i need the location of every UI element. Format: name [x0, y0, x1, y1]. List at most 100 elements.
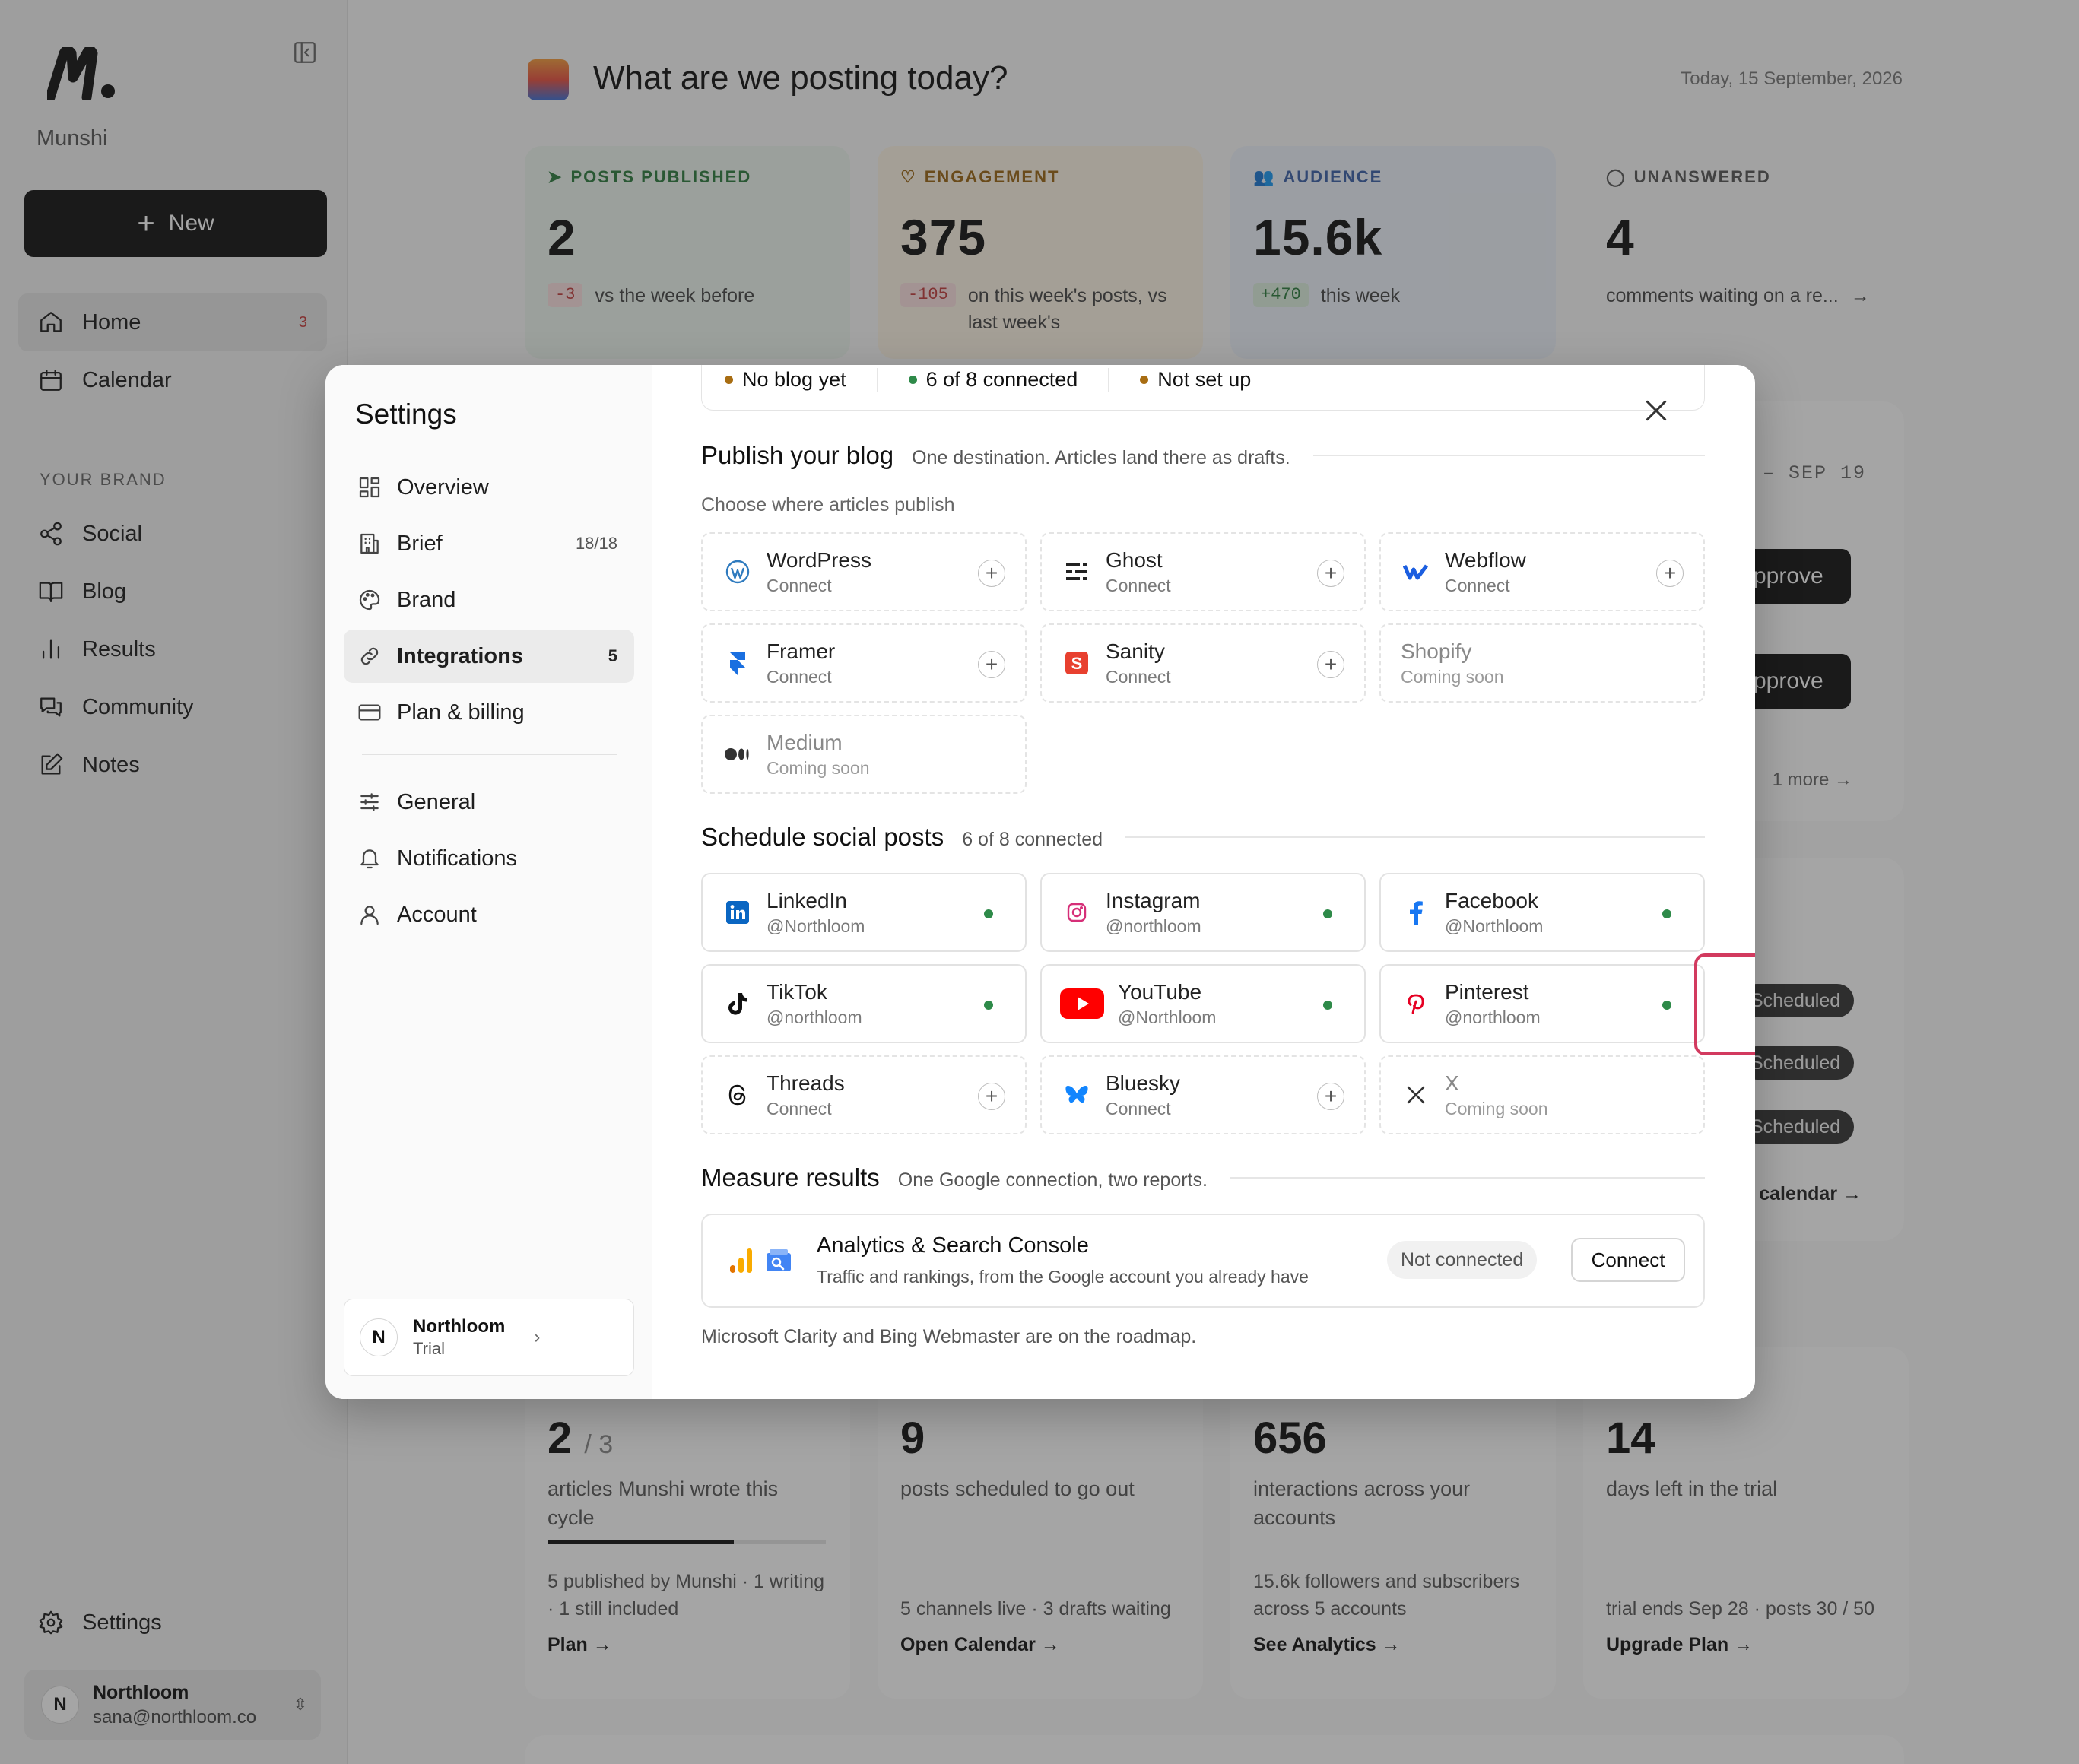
- instagram-icon: [1062, 897, 1092, 928]
- settings-nav-label: Overview: [397, 474, 489, 500]
- settings-nav-integrations[interactable]: Integrations 5: [344, 630, 634, 683]
- integration-tiktok[interactable]: TikTok @northloom: [701, 964, 1027, 1043]
- user-icon: [360, 906, 379, 925]
- settings-nav-label: Account: [397, 902, 477, 927]
- card-icon: [358, 704, 381, 721]
- integration-name: Threads: [767, 1071, 845, 1095]
- add-icon[interactable]: +: [1317, 651, 1344, 678]
- connected-dot: [1662, 909, 1671, 918]
- integration-pinterest[interactable]: Pinterest @northloom: [1379, 964, 1705, 1043]
- integration-webflow[interactable]: Webflow Connect +: [1379, 532, 1705, 611]
- integration-name: Medium: [767, 730, 843, 754]
- workspace-switcher[interactable]: N Northloom Trial ›: [344, 1299, 634, 1376]
- integration-name: WordPress: [767, 547, 871, 572]
- settings-nav-account[interactable]: Account: [344, 888, 634, 941]
- integration-status: Coming soon: [1445, 1098, 1548, 1118]
- integration-name: Framer: [767, 639, 836, 663]
- settings-nav-label: Integrations: [397, 643, 523, 668]
- integration-shopify: Shopify Coming soon: [1379, 623, 1705, 703]
- sanity-icon: S: [1062, 648, 1092, 678]
- integration-handle: @Northloom: [1445, 915, 1544, 936]
- settings-nav-notifications[interactable]: Notifications: [344, 832, 634, 885]
- integration-status: Connect: [767, 1098, 832, 1118]
- add-icon[interactable]: +: [1317, 560, 1344, 587]
- integration-wordpress[interactable]: WordPress Connect +: [701, 532, 1027, 611]
- bell-icon: [360, 849, 379, 869]
- workspace-name: Northloom: [413, 1316, 506, 1337]
- analytics-status-badge: Not connected: [1387, 1241, 1538, 1279]
- integration-bluesky[interactable]: Bluesky Connect +: [1040, 1055, 1366, 1134]
- building-icon: [360, 533, 379, 554]
- add-icon[interactable]: +: [978, 560, 1005, 587]
- blog-choose-label: Choose where articles publish: [701, 494, 955, 516]
- integration-youtube[interactable]: YouTube @Northloom: [1040, 964, 1366, 1043]
- status-dot: [1140, 376, 1149, 384]
- status-label: Not set up: [1157, 368, 1252, 391]
- integration-status: Connect: [1445, 575, 1510, 595]
- integration-name: Webflow: [1445, 547, 1526, 572]
- linkedin-icon: [722, 897, 753, 928]
- integration-linkedin[interactable]: LinkedIn @Northloom: [701, 873, 1027, 952]
- integration-x: X Coming soon: [1379, 1055, 1705, 1134]
- integration-handle: @northloom: [1445, 1007, 1541, 1027]
- chevron-right-icon: ›: [534, 1327, 541, 1347]
- integration-status: Connect: [1106, 575, 1171, 595]
- social-section-header: Schedule social posts 6 of 8 connected: [701, 823, 1705, 852]
- integration-sanity[interactable]: S Sanity Connect +: [1040, 623, 1366, 703]
- integration-name: Facebook: [1445, 888, 1538, 912]
- integration-handle: @northloom: [1106, 915, 1201, 936]
- youtube-icon: [1060, 988, 1104, 1019]
- add-icon[interactable]: +: [978, 1083, 1005, 1110]
- settings-nav-plan-billing[interactable]: Plan & billing: [344, 686, 634, 739]
- integration-status: Connect: [767, 575, 832, 595]
- threads-icon: [722, 1080, 753, 1110]
- integration-medium: Medium Coming soon: [701, 715, 1027, 794]
- add-icon[interactable]: +: [1656, 560, 1684, 587]
- integration-name: TikTok: [767, 979, 827, 1004]
- connected-dot: [1662, 1001, 1671, 1010]
- settings-nav-overview[interactable]: Overview: [344, 461, 634, 514]
- integration-facebook[interactable]: Facebook @Northloom: [1379, 873, 1705, 952]
- close-icon[interactable]: [1641, 395, 1671, 426]
- integration-framer[interactable]: Framer Connect +: [701, 623, 1027, 703]
- integration-threads[interactable]: Threads Connect +: [701, 1055, 1027, 1134]
- roadmap-note: Microsoft Clarity and Bing Webmaster are…: [701, 1326, 1197, 1347]
- integration-status: Connect: [1106, 1098, 1171, 1118]
- status-analytics: Not set up: [1140, 368, 1281, 392]
- integration-ghost[interactable]: Ghost Connect +: [1040, 532, 1366, 611]
- settings-nav-label: Brief: [397, 531, 443, 556]
- palette-icon: [359, 589, 380, 611]
- settings-nav-label: General: [397, 789, 476, 814]
- integration-name: Sanity: [1106, 639, 1165, 663]
- integrations-count: 5: [608, 646, 617, 665]
- analytics-desc: Traffic and rankings, from the Google ac…: [817, 1267, 1309, 1287]
- webflow-icon: [1401, 557, 1431, 587]
- sliders-icon: [360, 793, 379, 811]
- integration-instagram[interactable]: Instagram @northloom: [1040, 873, 1366, 952]
- integration-name: Pinterest: [1445, 979, 1529, 1004]
- section-subtitle: One destination. Articles land there as …: [912, 447, 1290, 468]
- integration-name: LinkedIn: [767, 888, 847, 912]
- status-label: No blog yet: [742, 368, 846, 391]
- connected-dot: [984, 909, 993, 918]
- status-dot: [908, 376, 917, 384]
- framer-icon: [722, 648, 753, 678]
- connected-dot: [984, 1001, 993, 1010]
- section-title: Publish your blog: [701, 441, 894, 469]
- settings-nav-general[interactable]: General: [344, 776, 634, 829]
- bluesky-icon: [1062, 1080, 1092, 1110]
- add-icon[interactable]: +: [1317, 1083, 1344, 1110]
- integration-name: Shopify: [1401, 639, 1472, 663]
- settings-nav-label: Brand: [397, 587, 456, 612]
- settings-nav-brief[interactable]: Brief 18/18: [344, 517, 634, 570]
- status-dot: [725, 376, 733, 384]
- integration-status: Coming soon: [1401, 666, 1504, 687]
- add-icon[interactable]: +: [978, 651, 1005, 678]
- connect-analytics-button[interactable]: Connect: [1571, 1238, 1685, 1282]
- measure-section-header: Measure results One Google connection, t…: [701, 1163, 1705, 1192]
- divider: [1312, 455, 1705, 456]
- integration-handle: @Northloom: [1118, 1007, 1217, 1027]
- svg-text:S: S: [1071, 654, 1083, 673]
- settings-nav-brand[interactable]: Brand: [344, 573, 634, 627]
- integration-handle: @northloom: [767, 1007, 862, 1027]
